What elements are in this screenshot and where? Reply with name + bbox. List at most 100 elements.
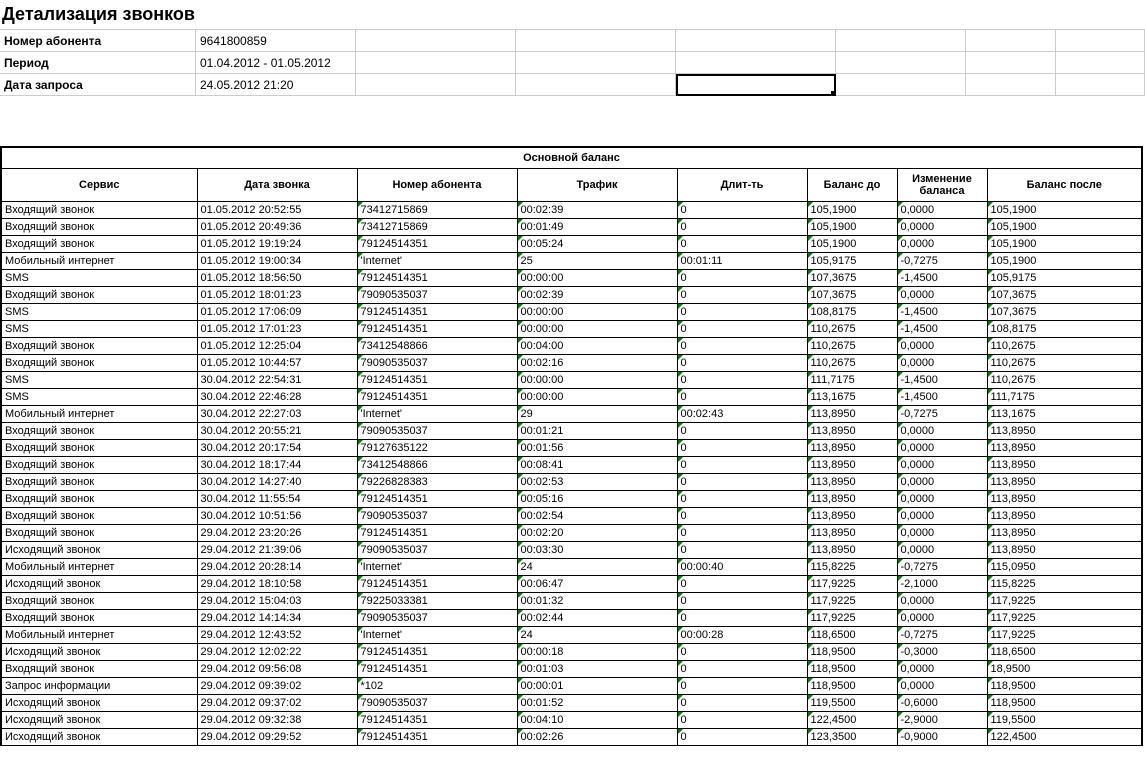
cell-marker bbox=[358, 678, 363, 683]
cell-marker bbox=[898, 576, 903, 581]
cell-marker bbox=[988, 712, 993, 717]
cell-service: Исходящий звонок bbox=[1, 712, 197, 729]
col-date: Дата звонка bbox=[197, 169, 357, 202]
cell-before: 113,8950 bbox=[807, 542, 897, 559]
cell-number: *102 bbox=[357, 678, 517, 695]
cell-marker bbox=[358, 695, 363, 700]
cell-marker bbox=[358, 338, 363, 343]
cell-number: 79127635122 bbox=[357, 440, 517, 457]
call-details-table: Основной баланс Сервис Дата звонка Номер… bbox=[0, 146, 1143, 746]
cell-after: 111,7175 bbox=[987, 389, 1142, 406]
cell-marker bbox=[518, 457, 523, 462]
cell-marker bbox=[808, 576, 813, 581]
cell-service: Входящий звонок bbox=[1, 338, 197, 355]
cell-marker bbox=[358, 389, 363, 394]
cell-change: -1,4500 bbox=[897, 389, 987, 406]
cell-after: 113,8950 bbox=[987, 508, 1142, 525]
cell-change: 0,0000 bbox=[897, 678, 987, 695]
cell-before: 105,1900 bbox=[807, 202, 897, 219]
cell-marker bbox=[358, 236, 363, 241]
cell-before: 113,8950 bbox=[807, 474, 897, 491]
table-row: Входящий звонок29.04.2012 09:56:08791245… bbox=[1, 661, 1142, 678]
cell-marker bbox=[898, 389, 903, 394]
cell-after: 108,8175 bbox=[987, 321, 1142, 338]
cell-after: 113,8950 bbox=[987, 491, 1142, 508]
cell-marker bbox=[988, 236, 993, 241]
cell-marker bbox=[678, 661, 683, 666]
table-row: Исходящий звонок29.04.2012 18:10:5879124… bbox=[1, 576, 1142, 593]
cell-marker bbox=[678, 576, 683, 581]
cell-marker bbox=[988, 627, 993, 632]
cell-marker bbox=[358, 593, 363, 598]
cell-marker bbox=[518, 372, 523, 377]
cell-marker bbox=[988, 593, 993, 598]
cell-after: 113,1675 bbox=[987, 406, 1142, 423]
cell-change: 0,0000 bbox=[897, 355, 987, 372]
cell-duration: 0 bbox=[677, 593, 807, 610]
cell-marker bbox=[678, 423, 683, 428]
cell-traffic: 00:00:00 bbox=[517, 372, 677, 389]
cell-after: 113,8950 bbox=[987, 440, 1142, 457]
cell-duration: 0 bbox=[677, 423, 807, 440]
cell-before: 105,1900 bbox=[807, 219, 897, 236]
cell-number: 73412548866 bbox=[357, 338, 517, 355]
cell-marker bbox=[678, 440, 683, 445]
cell-number: 79124514351 bbox=[357, 712, 517, 729]
cell-after: 107,3675 bbox=[987, 304, 1142, 321]
cell-traffic: 00:02:44 bbox=[517, 610, 677, 627]
cell-marker bbox=[988, 219, 993, 224]
cell-date: 01.05.2012 17:01:23 bbox=[197, 321, 357, 338]
cell-before: 111,7175 bbox=[807, 372, 897, 389]
cell-after: 105,1900 bbox=[987, 236, 1142, 253]
cell-date: 30.04.2012 18:17:44 bbox=[197, 457, 357, 474]
cell-duration: 0 bbox=[677, 678, 807, 695]
cell-number: 'Internet' bbox=[357, 627, 517, 644]
cell-after: 110,2675 bbox=[987, 372, 1142, 389]
cell-marker bbox=[678, 559, 683, 564]
cell-change: -1,4500 bbox=[897, 270, 987, 287]
subscriber-value: 9641800859 bbox=[196, 30, 356, 52]
cell-change: 0,0000 bbox=[897, 440, 987, 457]
cell-marker bbox=[808, 423, 813, 428]
cell-number: 73412715869 bbox=[357, 202, 517, 219]
selected-cell[interactable] bbox=[676, 74, 836, 96]
cell-duration: 0 bbox=[677, 508, 807, 525]
cell-number: 79124514351 bbox=[357, 304, 517, 321]
cell-date: 01.05.2012 20:49:36 bbox=[197, 219, 357, 236]
cell-marker bbox=[358, 372, 363, 377]
cell-number: 'Internet' bbox=[357, 406, 517, 423]
cell-traffic: 00:01:21 bbox=[517, 423, 677, 440]
cell-duration: 0 bbox=[677, 287, 807, 304]
cell-traffic: 00:01:56 bbox=[517, 440, 677, 457]
cell-after: 105,1900 bbox=[987, 253, 1142, 270]
cell-marker bbox=[518, 236, 523, 241]
cell-after: 122,4500 bbox=[987, 729, 1142, 746]
cell-number: 79090535037 bbox=[357, 508, 517, 525]
cell-number: 79090535037 bbox=[357, 542, 517, 559]
cell-change: -1,4500 bbox=[897, 372, 987, 389]
cell-change: 0,0000 bbox=[897, 219, 987, 236]
cell-marker bbox=[808, 202, 813, 207]
cell-marker bbox=[358, 440, 363, 445]
cell-date: 29.04.2012 18:10:58 bbox=[197, 576, 357, 593]
cell-service: Мобильный интернет bbox=[1, 627, 197, 644]
cell-marker bbox=[898, 372, 903, 377]
cell-before: 113,8950 bbox=[807, 440, 897, 457]
cell-number: 79090535037 bbox=[357, 355, 517, 372]
table-row: Входящий звонок01.05.2012 20:49:36734127… bbox=[1, 219, 1142, 236]
cell-after: 113,8950 bbox=[987, 457, 1142, 474]
cell-before: 115,8225 bbox=[807, 559, 897, 576]
cell-marker bbox=[518, 593, 523, 598]
cell-change: 0,0000 bbox=[897, 338, 987, 355]
cell-marker bbox=[358, 457, 363, 462]
cell-marker bbox=[518, 423, 523, 428]
cell-marker bbox=[518, 712, 523, 717]
cell-marker bbox=[898, 729, 903, 734]
cell-marker bbox=[518, 338, 523, 343]
cell-number: 73412548866 bbox=[357, 457, 517, 474]
cell-marker bbox=[678, 474, 683, 479]
col-balance-after: Баланс после bbox=[987, 169, 1142, 202]
cell-marker bbox=[518, 474, 523, 479]
cell-marker bbox=[898, 559, 903, 564]
cell-marker bbox=[988, 661, 993, 666]
